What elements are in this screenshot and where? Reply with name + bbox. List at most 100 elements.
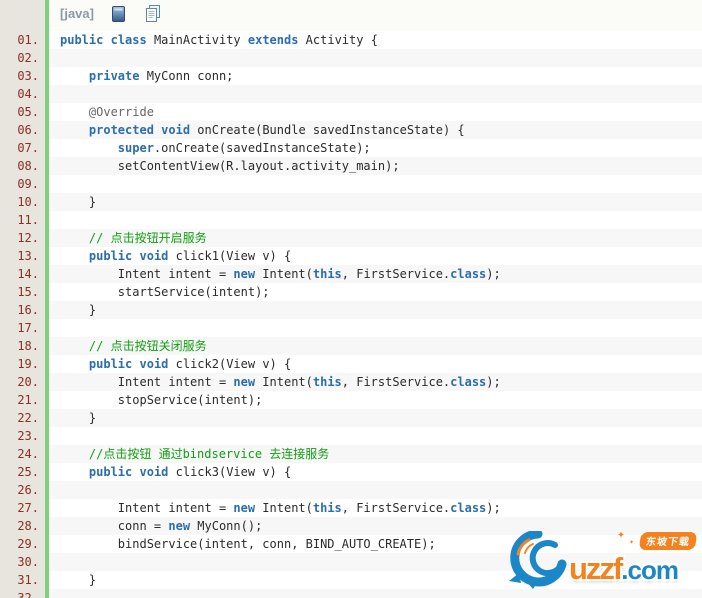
code-text: } [49, 409, 702, 427]
line-number: 09. [0, 175, 45, 193]
brand-wordmark: uzzf.com [569, 551, 678, 587]
code-line: 01.public class MainActivity extends Act… [0, 31, 702, 49]
code-snippet-viewer: [java] 01.public class MainActivity exte… [0, 0, 702, 598]
code-text: // 点击按钮开启服务 [49, 229, 702, 247]
code-text: public void click1(View v) { [49, 247, 702, 265]
code-text: public class MainActivity extends Activi… [49, 31, 702, 49]
line-number: 13. [0, 247, 45, 265]
code-text: setContentView(R.layout.activity_main); [49, 157, 702, 175]
line-number: 04. [0, 85, 45, 103]
sparkle-icon: ✦ [629, 537, 634, 546]
code-text: public void click3(View v) { [49, 463, 702, 481]
line-number: 31. [0, 571, 45, 589]
code-text: } [49, 193, 702, 211]
code-text: //点击按钮 通过bindservice 去连接服务 [49, 445, 702, 463]
code-line: 17. [0, 319, 702, 337]
line-number: 24. [0, 445, 45, 463]
code-line: 26. [0, 481, 702, 499]
code-line: 22. } [0, 409, 702, 427]
site-badge: 东坡下载 [638, 531, 699, 551]
line-number: 01. [0, 31, 45, 49]
code-line: 12. // 点击按钮开启服务 [0, 229, 702, 247]
line-number: 22. [0, 409, 45, 427]
code-line: 19. public void click2(View v) { [0, 355, 702, 373]
line-number: 03. [0, 67, 45, 85]
code-text [49, 175, 702, 193]
code-text: Intent intent = new Intent(this, FirstSe… [49, 373, 702, 391]
code-text: } [49, 301, 702, 319]
code-text [49, 211, 702, 229]
copy-code-icon[interactable] [145, 5, 161, 22]
line-number: 27. [0, 499, 45, 517]
line-number: 18. [0, 337, 45, 355]
brand-tld: .com [621, 555, 678, 585]
line-number: 25. [0, 463, 45, 481]
swirl-logo-icon [505, 531, 571, 594]
line-number: 14. [0, 265, 45, 283]
code-line: 16. } [0, 301, 702, 319]
gutter-divider [45, 0, 49, 598]
code-line: 09. [0, 175, 702, 193]
code-line: 06. protected void onCreate(Bundle saved… [0, 121, 702, 139]
code-line: 08. setContentView(R.layout.activity_mai… [0, 157, 702, 175]
code-line: 14. Intent intent = new Intent(this, Fir… [0, 265, 702, 283]
code-text: // 点击按钮关闭服务 [49, 337, 702, 355]
code-line: 20. Intent intent = new Intent(this, Fir… [0, 373, 702, 391]
line-number: 30. [0, 553, 45, 571]
code-line: 21. stopService(intent); [0, 391, 702, 409]
code-line: 18. // 点击按钮关闭服务 [0, 337, 702, 355]
code-text [49, 427, 702, 445]
code-line: 07. super.onCreate(savedInstanceState); [0, 139, 702, 157]
line-number: 29. [0, 535, 45, 553]
code-text: protected void onCreate(Bundle savedInst… [49, 121, 702, 139]
code-text: public void click2(View v) { [49, 355, 702, 373]
code-text: Intent intent = new Intent(this, FirstSe… [49, 499, 702, 517]
code-text: startService(intent); [49, 283, 702, 301]
code-line: 23. [0, 427, 702, 445]
line-number: 17. [0, 319, 45, 337]
code-text [49, 49, 702, 67]
line-number: 20. [0, 373, 45, 391]
uzzf-watermark-logo: uzzf.com ✦ ✦ 东坡下载 [505, 531, 697, 595]
code-line: 04. [0, 85, 702, 103]
code-text: Intent intent = new Intent(this, FirstSe… [49, 265, 702, 283]
line-number: 21. [0, 391, 45, 409]
language-label: [java] [60, 6, 94, 21]
code-text: @Override [49, 103, 702, 121]
line-number: 11. [0, 211, 45, 229]
code-lines: 01.public class MainActivity extends Act… [0, 31, 702, 598]
code-text: private MyConn conn; [49, 67, 702, 85]
code-text [49, 481, 702, 499]
code-line: 25. public void click3(View v) { [0, 463, 702, 481]
line-number: 02. [0, 49, 45, 67]
code-text: stopService(intent); [49, 391, 702, 409]
line-number: 08. [0, 157, 45, 175]
code-header: [java] [49, 0, 702, 31]
code-text [49, 319, 702, 337]
line-number: 26. [0, 481, 45, 499]
code-line: 27. Intent intent = new Intent(this, Fir… [0, 499, 702, 517]
line-number: 16. [0, 301, 45, 319]
code-text [49, 85, 702, 103]
line-number: 12. [0, 229, 45, 247]
line-number: 05. [0, 103, 45, 121]
line-number: 23. [0, 427, 45, 445]
brand-name: uzzf [569, 551, 621, 586]
code-line: 11. [0, 211, 702, 229]
code-line: 02. [0, 49, 702, 67]
code-text: super.onCreate(savedInstanceState); [49, 139, 702, 157]
line-number: 19. [0, 355, 45, 373]
code-line: 13. public void click1(View v) { [0, 247, 702, 265]
line-number: 10. [0, 193, 45, 211]
code-line: 24. //点击按钮 通过bindservice 去连接服务 [0, 445, 702, 463]
code-line: 03. private MyConn conn; [0, 67, 702, 85]
code-line: 10. } [0, 193, 702, 211]
line-number: 07. [0, 139, 45, 157]
code-line: 05. @Override [0, 103, 702, 121]
line-number: 28. [0, 517, 45, 535]
line-number: 15. [0, 283, 45, 301]
sparkle-icon: ✦ [617, 527, 625, 542]
line-number: 06. [0, 121, 45, 139]
view-source-icon[interactable] [112, 6, 125, 22]
line-number: 32. [0, 589, 45, 598]
